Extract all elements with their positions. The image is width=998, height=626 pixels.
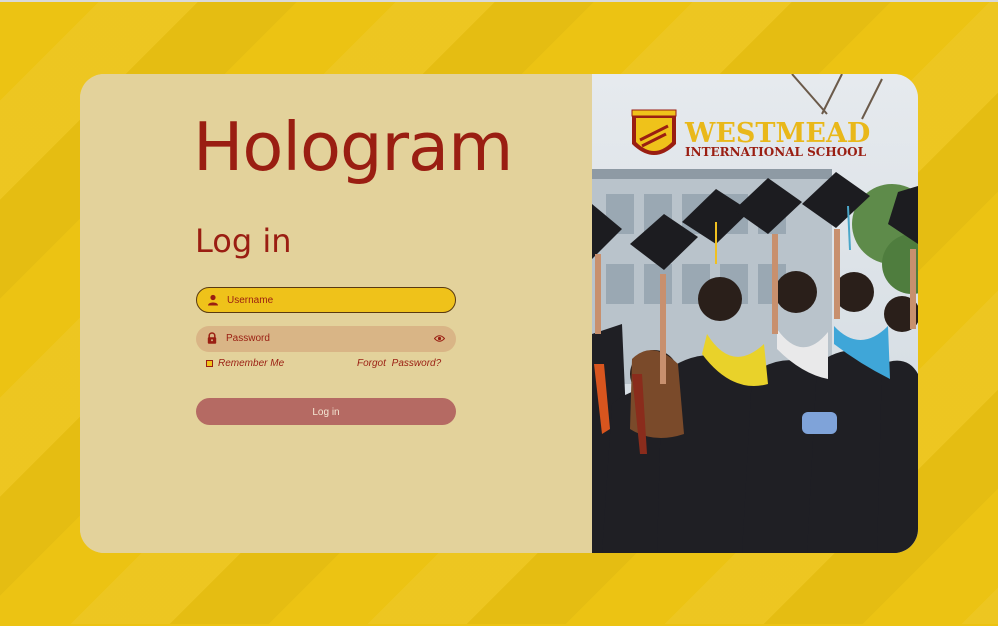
remember-me[interactable]: Remember Me — [206, 358, 284, 369]
eye-icon[interactable] — [434, 334, 445, 343]
forgot-password-link[interactable]: Forgot Password? — [357, 358, 441, 369]
app-title: Hologram — [193, 108, 513, 186]
login-card: Hologram Log in Remember Me — [80, 74, 918, 553]
remember-me-label: Remember Me — [218, 358, 285, 369]
username-field[interactable] — [196, 287, 456, 313]
graduation-photo: WESTMEAD INTERNATIONAL SCHOOL — [592, 74, 918, 553]
login-heading: Log in — [195, 222, 292, 260]
username-input[interactable] — [227, 288, 427, 312]
login-panel: Hologram Log in Remember Me — [80, 74, 592, 553]
user-icon — [208, 294, 218, 306]
password-input[interactable] — [226, 326, 426, 350]
school-logo — [631, 109, 677, 155]
school-name-line2: INTERNATIONAL SCHOOL — [685, 145, 867, 159]
password-field[interactable] — [196, 326, 456, 352]
lock-icon — [207, 332, 217, 344]
remember-me-checkbox[interactable] — [206, 360, 213, 367]
school-photo-panel: WESTMEAD INTERNATIONAL SCHOOL — [592, 74, 918, 553]
login-button[interactable]: Log in — [196, 398, 456, 425]
